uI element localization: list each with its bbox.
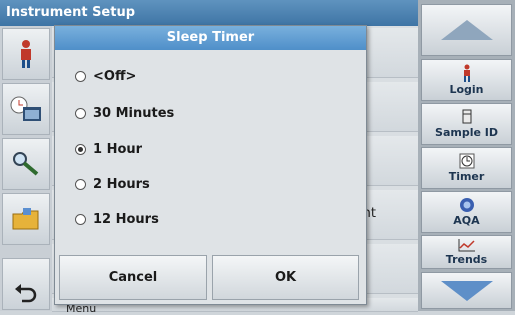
radio-button-selected[interactable] [75,143,86,155]
scroll-down-button[interactable] [421,272,512,309]
sample-id-button[interactable]: Sample ID [421,103,512,145]
radio-button[interactable] [75,107,86,119]
sleep-timer-dialog: Sleep Timer <Off> 30 Minutes 1 Hour 2 Ho… [54,25,367,305]
radio-button[interactable] [75,70,86,82]
arrow-down-icon [440,280,493,301]
option-12-hours[interactable]: 12 Hours [75,207,159,231]
aqa-icon [459,198,474,212]
date-time-button[interactable] [2,83,50,135]
folder-button[interactable] [2,193,50,245]
radio-button[interactable] [75,213,86,225]
sample-id-label: Sample ID [435,126,498,139]
ok-button[interactable]: OK [212,255,359,300]
aqa-button[interactable]: AQA [421,191,512,233]
option-label: 1 Hour [93,141,143,157]
right-nav-column: Login Sample ID Timer AQA Trends [418,0,515,311]
window-title-bar: Instrument Setup [0,0,418,26]
option-1-hour[interactable]: 1 Hour [75,137,142,161]
trends-label: Trends [445,253,488,266]
option-30-minutes[interactable]: 30 Minutes [75,101,174,125]
dialog-title: Sleep Timer [55,26,366,50]
option-off[interactable]: <Off> [75,64,136,88]
timer-icon [459,153,474,169]
option-2-hours[interactable]: 2 Hours [75,172,150,196]
back-button[interactable] [2,258,50,310]
timer-button[interactable]: Timer [421,147,512,189]
magnifier-icon [13,152,39,176]
arrow-up-icon [440,20,493,40]
trends-button[interactable]: Trends [421,235,512,269]
option-label: 12 Hours [93,211,159,227]
aqa-label: AQA [453,214,480,227]
trend-chart-icon [458,239,475,252]
sample-vial-icon [462,109,471,124]
cancel-button[interactable]: Cancel [59,255,207,300]
back-arrow-icon [15,284,37,303]
login-button[interactable]: Login [421,59,512,101]
user-settings-button[interactable] [2,28,50,80]
login-label: Login [449,83,484,96]
person-icon [463,64,470,82]
radio-button[interactable] [75,178,86,190]
instrument-info-button[interactable] [2,138,50,190]
option-label: 2 Hours [93,176,150,192]
scroll-up-button[interactable] [421,4,512,56]
option-label: 30 Minutes [93,105,175,121]
clock-calendar-icon [10,96,41,121]
window-title: Instrument Setup [6,5,136,20]
person-icon [21,40,31,68]
folder-icon [12,208,39,230]
option-label: <Off> [93,68,137,84]
left-icon-column [0,26,52,311]
timer-label: Timer [448,170,485,183]
